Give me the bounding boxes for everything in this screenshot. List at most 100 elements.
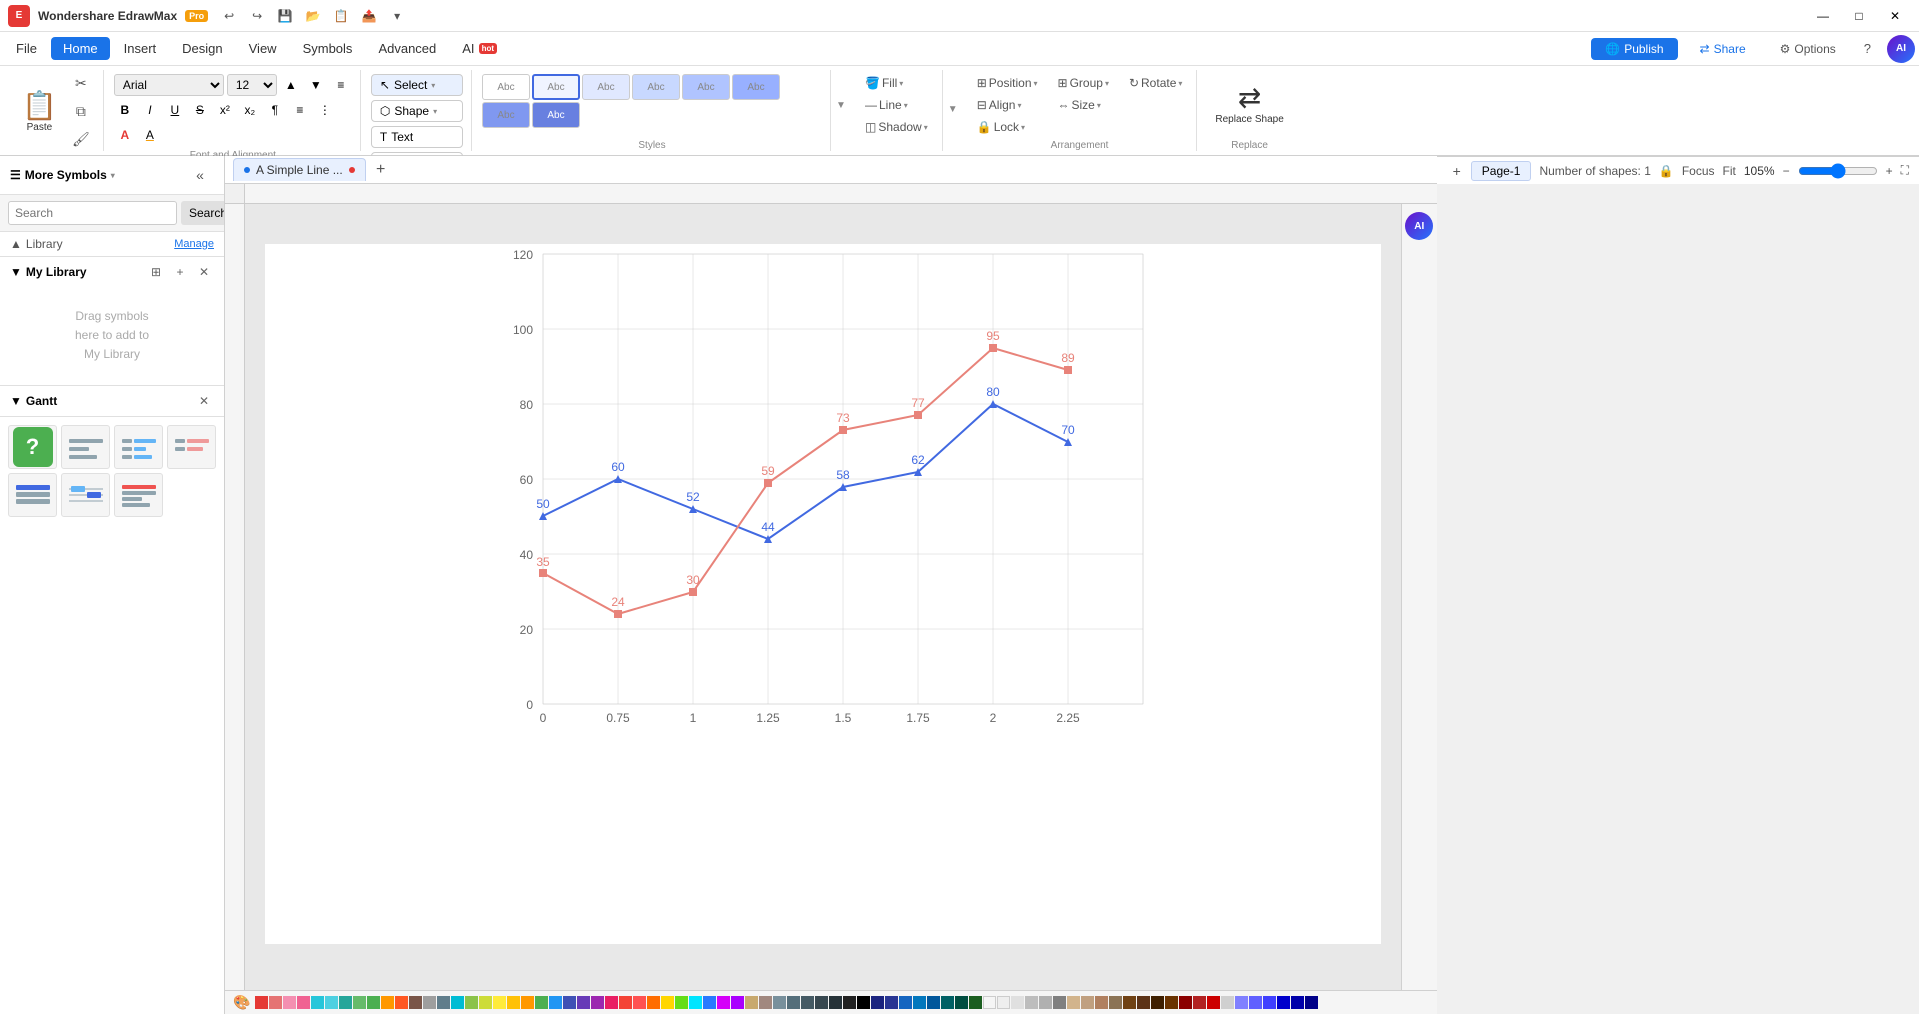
gantt-item-question[interactable]: ? xyxy=(8,425,57,469)
color-blue6[interactable] xyxy=(1305,996,1318,1009)
more-titlebar-button[interactable]: ▾ xyxy=(384,5,410,27)
add-tab-button[interactable]: + xyxy=(370,159,392,181)
style-sample-4[interactable]: Abc xyxy=(632,74,680,100)
search-input[interactable] xyxy=(8,201,177,225)
style-sample-6[interactable]: Abc xyxy=(732,74,780,100)
paragraph-button[interactable]: ¶ xyxy=(264,99,286,121)
color-firebrick[interactable] xyxy=(1193,996,1206,1009)
gantt-item-2[interactable] xyxy=(114,425,163,469)
zoom-in-button[interactable]: + xyxy=(1886,164,1893,178)
color-blue4[interactable] xyxy=(1277,996,1290,1009)
menu-home[interactable]: Home xyxy=(51,37,110,60)
size-button[interactable]: ⇔ Size ▾ xyxy=(1052,96,1115,114)
save-button[interactable]: 💾 xyxy=(272,5,298,27)
color-deep-purple-accent[interactable] xyxy=(731,996,744,1009)
style-sample-7[interactable]: Abc xyxy=(482,102,530,128)
font-color-button[interactable]: A xyxy=(114,124,136,146)
color-brown4[interactable] xyxy=(1151,996,1164,1009)
color-darkest[interactable] xyxy=(829,996,842,1009)
color-picker-icon[interactable]: 🎨 xyxy=(233,994,250,1011)
menu-ai[interactable]: AI hot xyxy=(450,37,509,60)
style-sample-1[interactable]: Abc xyxy=(482,74,530,100)
export-button[interactable]: 📤 xyxy=(356,5,382,27)
style-sample-2[interactable]: Abc xyxy=(532,74,580,100)
styles-expand-button[interactable]: ▼ xyxy=(833,70,849,140)
color-blue-grey2[interactable] xyxy=(773,996,786,1009)
color-light-blue[interactable] xyxy=(1235,996,1248,1009)
bold-button[interactable]: B xyxy=(114,99,136,121)
color-blue-grey[interactable] xyxy=(437,996,450,1009)
color-blue2[interactable] xyxy=(1249,996,1262,1009)
color-deep-purple[interactable] xyxy=(577,996,590,1009)
cut-button[interactable]: ✂ xyxy=(67,70,95,96)
font-family-select[interactable]: Arial xyxy=(114,74,224,96)
decrease-font-button[interactable]: ▼ xyxy=(305,74,327,96)
share-button[interactable]: ⇄ Share xyxy=(1686,38,1760,60)
color-green2[interactable] xyxy=(535,996,548,1009)
color-brown[interactable] xyxy=(409,996,422,1009)
style-sample-8[interactable]: Abc xyxy=(532,102,580,128)
color-grey5[interactable] xyxy=(1221,996,1234,1009)
gantt-close-button[interactable]: ✕ xyxy=(194,391,214,411)
menu-file[interactable]: File xyxy=(4,37,49,60)
gantt-item-3[interactable] xyxy=(167,425,216,469)
style-sample-3[interactable]: Abc xyxy=(582,74,630,100)
add-page-button[interactable]: + xyxy=(1447,161,1467,181)
color-lime[interactable] xyxy=(479,996,492,1009)
text-button[interactable]: T Text xyxy=(371,126,463,148)
ai-avatar[interactable]: AI xyxy=(1887,35,1915,63)
color-green-light[interactable] xyxy=(353,996,366,1009)
shadow-button[interactable]: ◫ Shadow ▾ xyxy=(859,118,934,136)
color-brown2[interactable] xyxy=(1123,996,1136,1009)
color-indigo[interactable] xyxy=(563,996,576,1009)
color-green-dark[interactable] xyxy=(969,996,982,1009)
open-button[interactable]: 📂 xyxy=(300,5,326,27)
publish-button[interactable]: 🌐 Publish xyxy=(1591,38,1677,60)
search-button[interactable]: Search xyxy=(181,201,225,225)
color-brown3[interactable] xyxy=(1137,996,1150,1009)
italic-button[interactable]: I xyxy=(139,99,161,121)
menu-symbols[interactable]: Symbols xyxy=(291,37,365,60)
color-yellow[interactable] xyxy=(493,996,506,1009)
library-label[interactable]: ▲ Library xyxy=(10,237,63,251)
zoom-fit-button[interactable]: Fit xyxy=(1723,164,1736,178)
shape-button[interactable]: ⬡ Shape ▾ xyxy=(371,100,463,122)
minimize-button[interactable]: — xyxy=(1807,5,1839,27)
increase-font-button[interactable]: ▲ xyxy=(280,74,302,96)
color-red3[interactable] xyxy=(1207,996,1220,1009)
color-blue3[interactable] xyxy=(1263,996,1276,1009)
color-blue-accent[interactable] xyxy=(703,996,716,1009)
close-library-button[interactable]: ✕ xyxy=(194,262,214,282)
strikethrough-button[interactable]: S xyxy=(189,99,211,121)
color-white[interactable] xyxy=(983,996,996,1009)
style-sample-5[interactable]: Abc xyxy=(682,74,730,100)
menu-design[interactable]: Design xyxy=(170,37,234,60)
color-purple-accent[interactable] xyxy=(717,996,730,1009)
color-blue-dark[interactable] xyxy=(899,996,912,1009)
color-brown-light[interactable] xyxy=(759,996,772,1009)
color-red[interactable] xyxy=(269,996,282,1009)
fullscreen-button[interactable]: ⛶ xyxy=(1901,163,1909,178)
color-navy2[interactable] xyxy=(885,996,898,1009)
gantt-item-5[interactable] xyxy=(61,473,110,517)
color-grey[interactable] xyxy=(423,996,436,1009)
paste-button[interactable]: 📋 Paste xyxy=(14,75,65,147)
fill-color-button[interactable]: A xyxy=(139,124,161,146)
color-tan2[interactable] xyxy=(1067,996,1080,1009)
color-orange2[interactable] xyxy=(521,996,534,1009)
copy-button[interactable]: ⧉ xyxy=(67,98,95,124)
color-tan5[interactable] xyxy=(1109,996,1122,1009)
list-ordered-button[interactable]: ≡ xyxy=(289,99,311,121)
color-teal[interactable] xyxy=(339,996,352,1009)
page-tab-1[interactable]: Page-1 xyxy=(1471,161,1532,181)
new-library-button[interactable]: ⊞ xyxy=(146,262,166,282)
color-pink2[interactable] xyxy=(297,996,310,1009)
underline-button[interactable]: U xyxy=(164,99,186,121)
color-blue-dark2[interactable] xyxy=(913,996,926,1009)
color-red-accent[interactable] xyxy=(633,996,646,1009)
color-black[interactable] xyxy=(857,996,870,1009)
color-teal-dark2[interactable] xyxy=(955,996,968,1009)
active-tab[interactable]: A Simple Line ... xyxy=(233,158,366,181)
font-size-select[interactable]: 12 xyxy=(227,74,277,96)
rotate-button[interactable]: ↻ Rotate ▾ xyxy=(1123,74,1188,92)
